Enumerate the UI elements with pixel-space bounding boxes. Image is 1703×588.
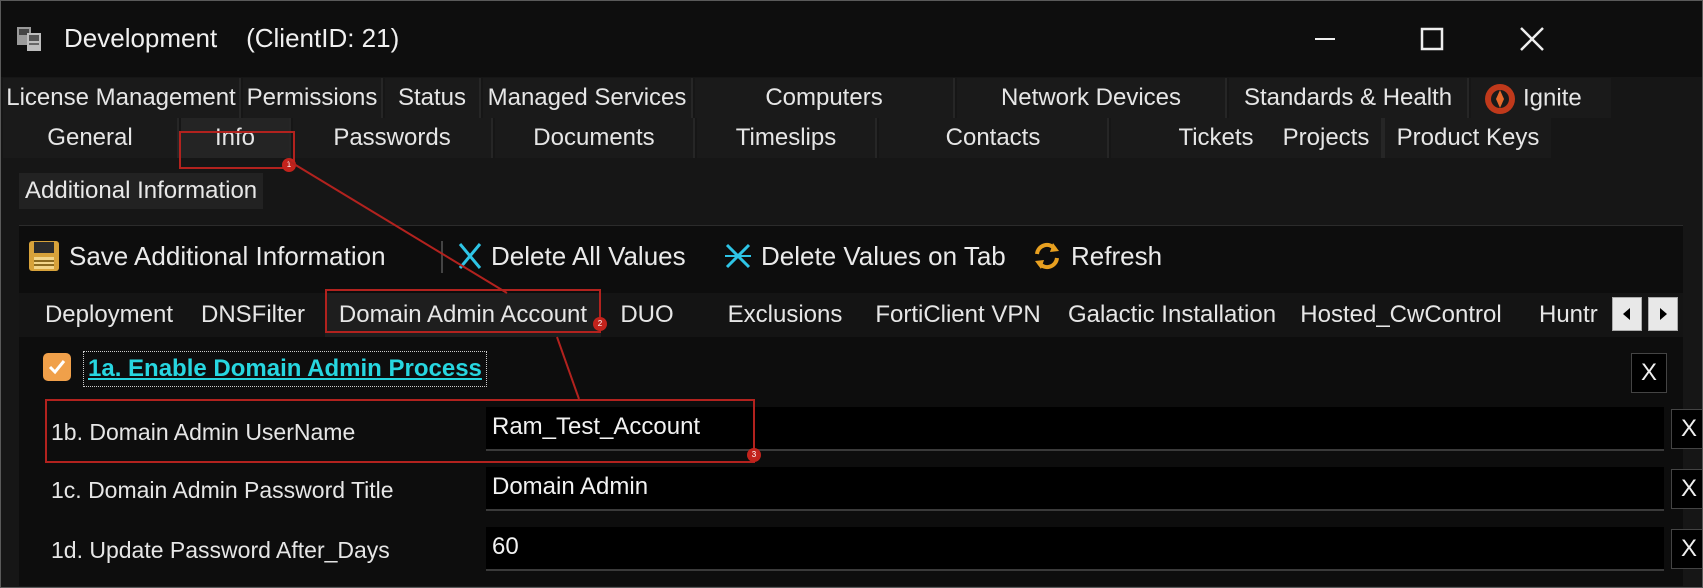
annotation-connectors [288,160,580,400]
annotation-connector-2-3 [556,336,580,400]
annotation-connector-1-2 [288,160,508,294]
client-window: Development (ClientID: 21) License Manag… [0,0,1703,588]
